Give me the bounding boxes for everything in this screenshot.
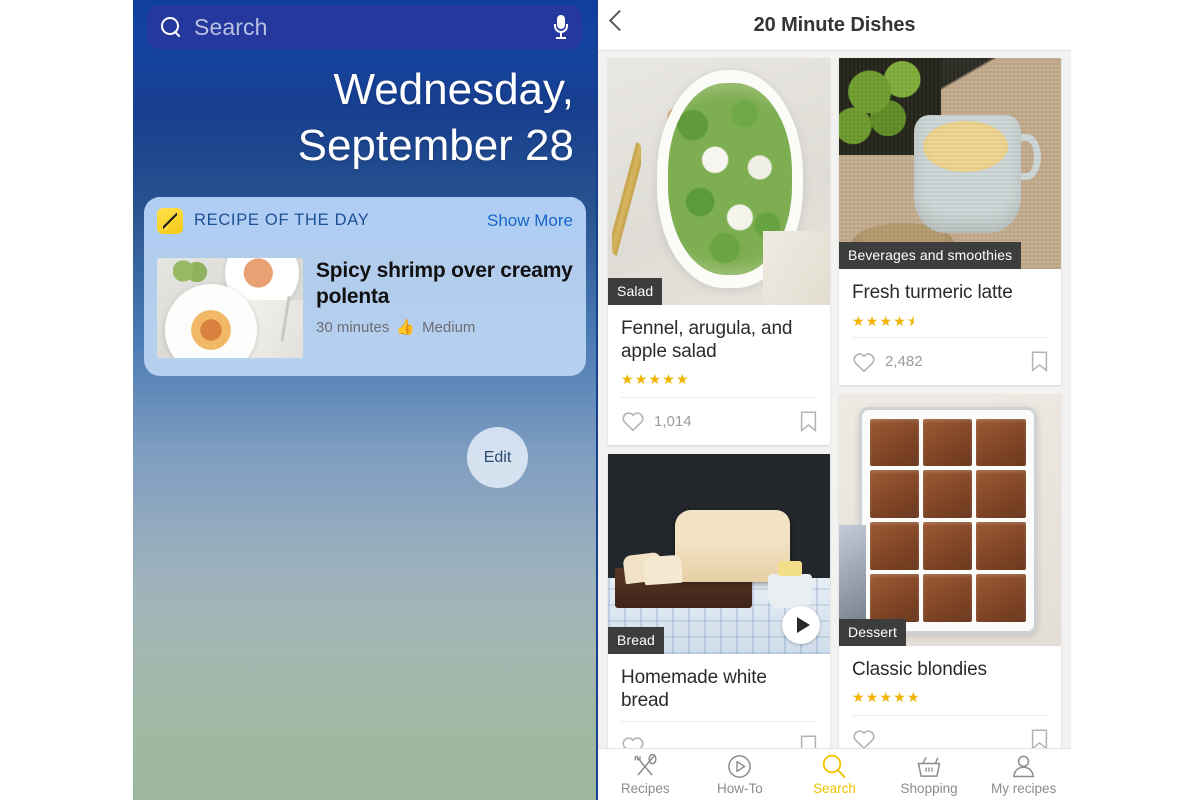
thumbs-up-icon: 👍 xyxy=(396,319,416,337)
category-tag: Bread xyxy=(608,626,664,654)
recipe-title: Fresh turmeric latte xyxy=(852,282,1013,303)
heart-icon[interactable] xyxy=(852,728,876,748)
star-rating: ★★★★★ xyxy=(852,688,921,705)
bookmark-icon[interactable] xyxy=(1031,729,1048,748)
bottom-navigation-bar: Recipes How-To Search Shopping My recipe… xyxy=(598,748,1071,800)
fork-spoon-icon xyxy=(598,753,693,779)
nav-item-howto[interactable]: How-To xyxy=(693,753,788,796)
search-icon xyxy=(160,16,182,38)
recipe-card[interactable]: Salad Fennel, arugula, and apple salad ★… xyxy=(608,58,830,445)
widget-header: RECIPE OF THE DAY Show More xyxy=(144,197,586,244)
nav-label: Shopping xyxy=(900,781,958,796)
widget-body[interactable]: Spicy shrimp over creamy polenta 30 minu… xyxy=(144,244,586,376)
nav-label: Search xyxy=(813,781,856,796)
card-footer xyxy=(852,714,1048,748)
widget-recipe-meta: 30 minutes 👍 Medium xyxy=(316,318,573,337)
search-input-placeholder[interactable]: Search xyxy=(194,14,553,41)
widget-title: RECIPE OF THE DAY xyxy=(194,211,370,229)
person-icon xyxy=(976,753,1071,779)
app-header: 20 Minute Dishes xyxy=(598,0,1071,51)
recipe-card-grid: Salad Fennel, arugula, and apple salad ★… xyxy=(598,52,1071,748)
heart-icon[interactable] xyxy=(621,735,645,748)
nav-label: Recipes xyxy=(620,781,670,796)
recipe-difficulty: Medium xyxy=(422,318,476,336)
widget-recipe-title: Spicy shrimp over creamy polenta xyxy=(316,259,573,308)
recipe-app-panel: 20 Minute Dishes Salad Fennel, arugula, … xyxy=(596,0,1071,800)
bookmark-icon[interactable] xyxy=(800,735,817,748)
screenshot-root: Search Wednesday, September 28 RECIPE OF… xyxy=(0,0,1200,800)
date-display: Wednesday, September 28 xyxy=(298,62,574,175)
card-body: Fennel, arugula, and apple salad ★★★★★ xyxy=(608,305,830,388)
like-count: 1,014 xyxy=(654,412,692,430)
nav-item-recipes[interactable]: Recipes xyxy=(598,753,693,796)
recipe-photo[interactable]: Salad xyxy=(608,58,830,305)
nav-item-my-recipes[interactable]: My recipes xyxy=(976,753,1071,796)
play-icon[interactable] xyxy=(782,605,820,644)
date-weekday: Wednesday, xyxy=(333,65,574,114)
nav-item-shopping[interactable]: Shopping xyxy=(882,753,977,796)
nav-item-search[interactable]: Search xyxy=(787,753,882,796)
recipe-whisk-icon xyxy=(157,207,183,234)
card-body: Homemade white bread xyxy=(608,654,830,713)
recipe-card[interactable]: Dessert Classic blondies ★★★★★ xyxy=(839,394,1061,748)
category-tag: Salad xyxy=(608,278,663,305)
recipe-photo[interactable]: Dessert xyxy=(839,394,1061,647)
recipe-card[interactable]: Bread Homemade white bread xyxy=(608,453,830,748)
shopping-basket-icon xyxy=(882,753,977,779)
card-body: Fresh turmeric latte ★★★★⯨ xyxy=(839,269,1061,330)
recipe-title: Fennel, arugula, and apple salad xyxy=(621,318,793,363)
bookmark-icon[interactable] xyxy=(1031,351,1048,373)
category-tag: Dessert xyxy=(839,619,906,647)
recipe-title: Classic blondies xyxy=(852,659,987,681)
category-tag: Beverages and smoothies xyxy=(839,242,1022,269)
microphone-icon[interactable] xyxy=(553,13,569,41)
card-footer xyxy=(621,721,817,748)
recipe-thumbnail-image xyxy=(157,258,303,358)
date-monthday: September 28 xyxy=(297,121,574,171)
search-icon xyxy=(787,753,882,779)
recipe-photo[interactable]: Bread xyxy=(608,453,830,654)
page-title: 20 Minute Dishes xyxy=(753,13,916,36)
card-footer: 1,014 xyxy=(621,396,817,445)
spotlight-search-bar[interactable]: Search xyxy=(147,5,582,49)
heart-icon[interactable] xyxy=(852,351,876,373)
card-footer: 2,482 xyxy=(852,337,1048,385)
heart-icon[interactable] xyxy=(621,410,645,432)
recipe-of-the-day-widget[interactable]: RECIPE OF THE DAY Show More Spicy shrimp… xyxy=(144,197,586,376)
recipe-time: 30 minutes xyxy=(316,318,390,336)
star-rating: ★★★★⯨ xyxy=(852,313,916,330)
recipe-title: Homemade white bread xyxy=(621,666,767,712)
nav-label: My recipes xyxy=(991,781,1057,796)
recipe-photo[interactable]: Beverages and smoothies xyxy=(839,58,1061,269)
like-count: 2,482 xyxy=(885,353,923,371)
card-body: Classic blondies ★★★★★ xyxy=(839,646,1061,705)
edit-button[interactable]: Edit xyxy=(467,427,528,488)
nav-label: How-To xyxy=(717,781,763,796)
ios-today-view-panel: Search Wednesday, September 28 RECIPE OF… xyxy=(133,0,596,800)
show-more-button[interactable]: Show More xyxy=(487,211,573,231)
bookmark-icon[interactable] xyxy=(800,411,817,432)
recipe-card[interactable]: Beverages and smoothies Fresh turmeric l… xyxy=(839,58,1061,386)
star-rating: ★★★★★ xyxy=(621,370,690,387)
widget-recipe-info: Spicy shrimp over creamy polenta 30 minu… xyxy=(303,258,573,358)
play-circle-icon xyxy=(693,753,788,779)
